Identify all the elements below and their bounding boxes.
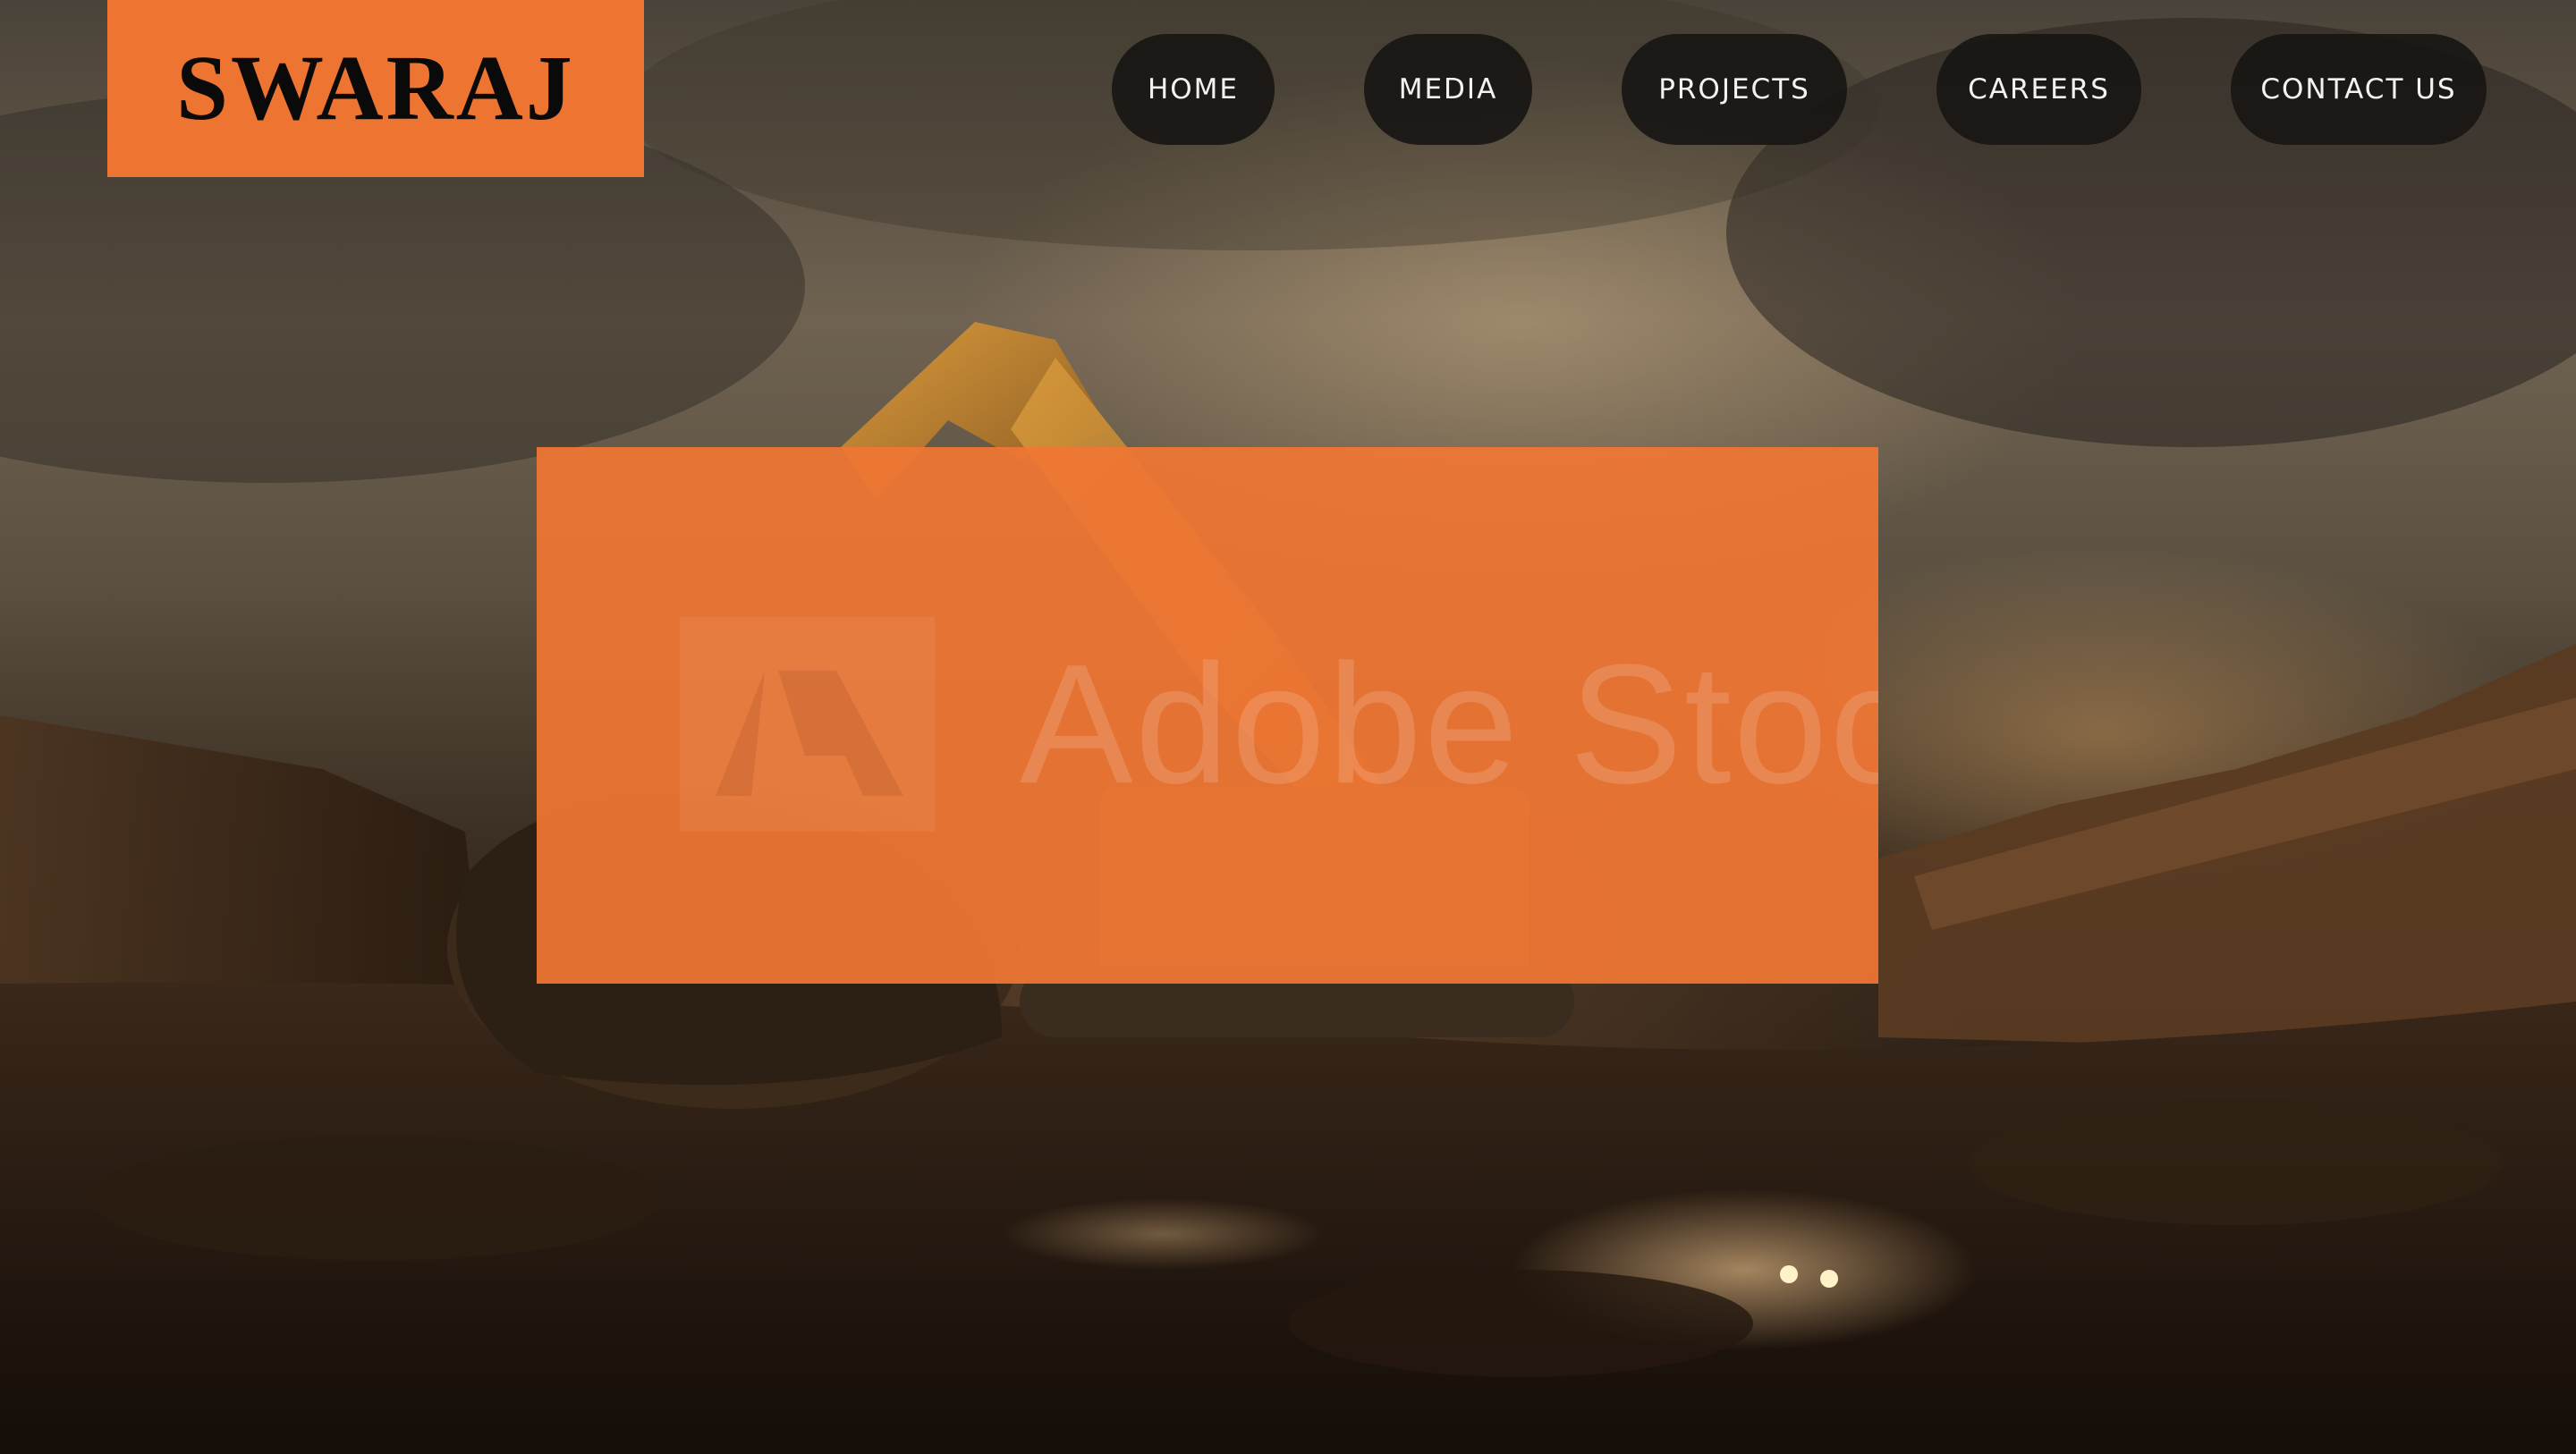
landing-page: SWARAJ HOME MEDIA PROJECTS CAREERS CONTA…: [0, 0, 2576, 1454]
main-nav: HOME MEDIA PROJECTS CAREERS CONTACT US: [0, 34, 2576, 145]
hero-overlay-panel: Adobe Stock: [537, 447, 1878, 984]
nav-projects-button[interactable]: PROJECTS: [1622, 34, 1847, 145]
nav-contact-us-button[interactable]: CONTACT US: [2231, 34, 2487, 145]
adobe-stock-logo-icon: [680, 617, 935, 832]
nav-media-button[interactable]: MEDIA: [1364, 34, 1532, 145]
watermark-text: Adobe Stock: [1020, 630, 1878, 819]
nav-careers-button[interactable]: CAREERS: [1936, 34, 2141, 145]
nav-home-button[interactable]: HOME: [1112, 34, 1275, 145]
